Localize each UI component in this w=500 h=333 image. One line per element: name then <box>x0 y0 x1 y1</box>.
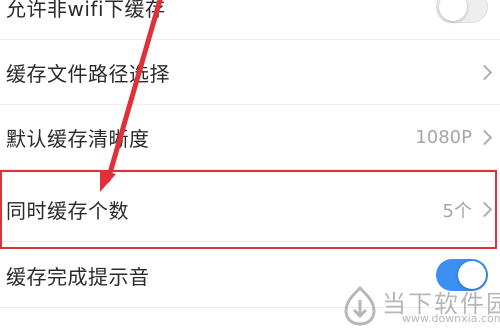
setting-label: 缓存完成提示音 <box>6 265 150 289</box>
setting-label: 缓存文件路径选择 <box>6 62 170 86</box>
setting-label: 同时缓存个数 <box>6 199 129 223</box>
toggle-knob <box>458 260 486 289</box>
chevron-right-icon <box>476 64 493 80</box>
setting-value: 1080P <box>415 127 472 148</box>
setting-row-simultaneous-downloads[interactable]: 同时缓存个数 5个 <box>0 178 500 242</box>
settings-list: 允许非wifi下缓存 缓存文件路径选择 默认缓存清晰度 1080P 同时缓存个数… <box>0 0 500 333</box>
chevron-right-icon <box>476 129 493 145</box>
setting-row-cache-path[interactable]: 缓存文件路径选择 <box>0 41 500 105</box>
completion-sound-toggle[interactable] <box>436 258 488 291</box>
setting-label: 允许非wifi下缓存 <box>6 0 166 21</box>
setting-row-allow-non-wifi-cache[interactable]: 允许非wifi下缓存 <box>0 0 500 40</box>
setting-row-default-quality[interactable]: 默认缓存清晰度 1080P <box>0 106 500 170</box>
toggle-knob <box>439 0 467 21</box>
non-wifi-cache-toggle[interactable] <box>436 0 488 23</box>
setting-value: 5个 <box>442 200 472 222</box>
setting-label: 默认缓存清晰度 <box>6 127 150 151</box>
chevron-right-icon <box>476 201 493 217</box>
setting-row-completion-sound[interactable]: 缓存完成提示音 <box>0 244 500 308</box>
